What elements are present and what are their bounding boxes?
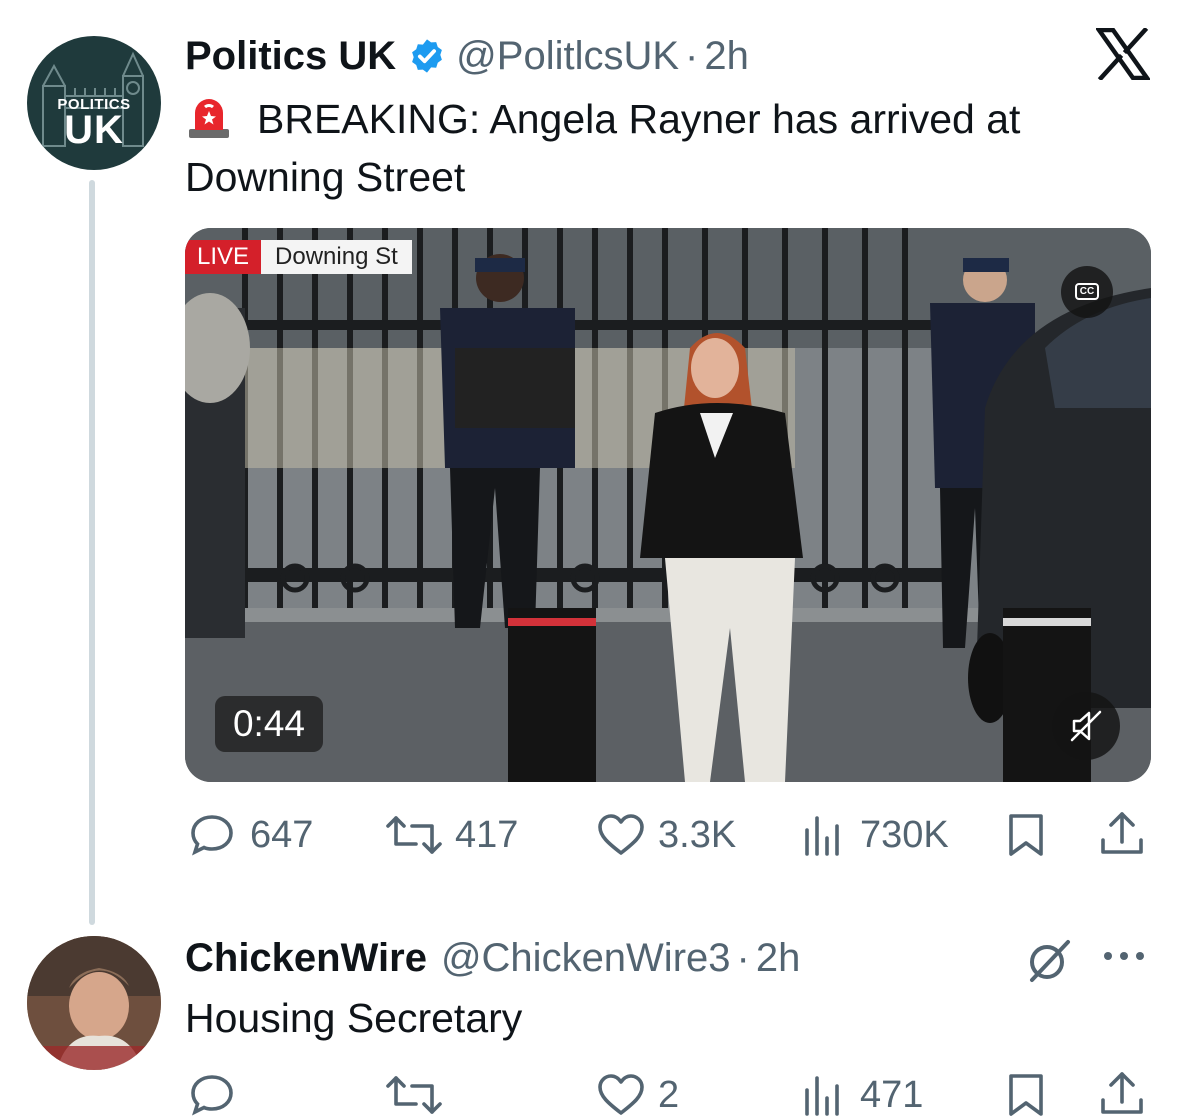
like-button[interactable]: 3.3K xyxy=(596,812,736,858)
view-count: 730K xyxy=(860,813,949,856)
reply-icon xyxy=(191,1075,233,1116)
reply-repost-button[interactable] xyxy=(385,1072,443,1118)
reply-header-separator: · xyxy=(736,935,750,980)
repost-icon xyxy=(386,816,442,854)
tweet-text-line1: BREAKING: Angela Rayner has arrived at xyxy=(257,96,1021,142)
like-count: 3.3K xyxy=(658,813,737,856)
reply-views-button[interactable]: 471 xyxy=(802,1072,923,1118)
reply-author-name[interactable]: ChickenWire xyxy=(185,936,427,981)
speaker-muted-icon xyxy=(1070,710,1102,742)
reply-button[interactable]: 647 xyxy=(188,812,313,858)
tweet-text-line2: Downing Street xyxy=(185,154,466,200)
avatar-chickenwire[interactable] xyxy=(27,936,161,1070)
share-icon[interactable] xyxy=(1098,1070,1146,1118)
captions-button[interactable]: CC xyxy=(1061,266,1113,318)
repost-icon xyxy=(386,1076,442,1114)
views-chart-icon xyxy=(805,1076,839,1116)
header-separator: · xyxy=(685,33,699,78)
thread-connector-line xyxy=(89,180,95,925)
reply-count: 647 xyxy=(250,813,314,856)
avatar-label-bottom: UK xyxy=(64,108,124,152)
reply-text: Housing Secretary xyxy=(185,995,523,1041)
unmute-button[interactable] xyxy=(1052,692,1120,760)
more-options-icon[interactable] xyxy=(1100,944,1148,968)
tweet-header: Politics UK @PolitlcsUK · 2h xyxy=(185,30,749,82)
reply-reply-button[interactable] xyxy=(188,1072,236,1118)
repost-button[interactable]: 417 xyxy=(385,812,518,858)
reply-header: ChickenWire @ChickenWire3 · 2h xyxy=(185,930,800,986)
video-player[interactable]: LIVE Downing St xyxy=(185,228,1151,782)
x-logo-icon[interactable] xyxy=(1096,28,1150,80)
police-light-emoji-icon xyxy=(189,99,229,138)
reply-timestamp[interactable]: 2h xyxy=(756,936,801,981)
views-button[interactable]: 730K xyxy=(802,812,949,858)
video-duration: 0:44 xyxy=(215,696,323,752)
reply-like-button[interactable]: 2 xyxy=(596,1072,679,1118)
author-handle[interactable]: @PolitlcsUK xyxy=(456,34,679,79)
video-frame xyxy=(185,228,1151,782)
bookmark-icon[interactable] xyxy=(1004,812,1048,858)
verified-badge-icon xyxy=(412,39,443,73)
author-name[interactable]: Politics UK xyxy=(185,34,396,79)
captions-icon: CC xyxy=(1075,283,1099,300)
location-label: Downing St xyxy=(261,240,412,274)
share-icon[interactable] xyxy=(1098,810,1146,858)
heart-icon xyxy=(598,1074,644,1115)
reply-view-count: 471 xyxy=(860,1073,924,1116)
repost-count: 417 xyxy=(455,813,519,856)
avatar-politics-uk[interactable]: POLITICS UK xyxy=(27,36,161,170)
avatar-photo xyxy=(27,936,161,1070)
tweet-text: BREAKING: Angela Rayner has arrived at D… xyxy=(185,90,1145,206)
grok-icon[interactable] xyxy=(1024,935,1074,985)
live-badge: LIVE Downing St xyxy=(185,240,412,274)
reply-icon xyxy=(191,815,233,856)
bookmark-icon[interactable] xyxy=(1004,1072,1048,1118)
live-label: LIVE xyxy=(185,240,262,274)
reply-like-count: 2 xyxy=(658,1073,680,1116)
tweet-timestamp[interactable]: 2h xyxy=(704,34,749,79)
views-chart-icon xyxy=(805,816,839,856)
heart-icon xyxy=(598,814,644,855)
reply-author-handle[interactable]: @ChickenWire3 xyxy=(441,936,731,981)
